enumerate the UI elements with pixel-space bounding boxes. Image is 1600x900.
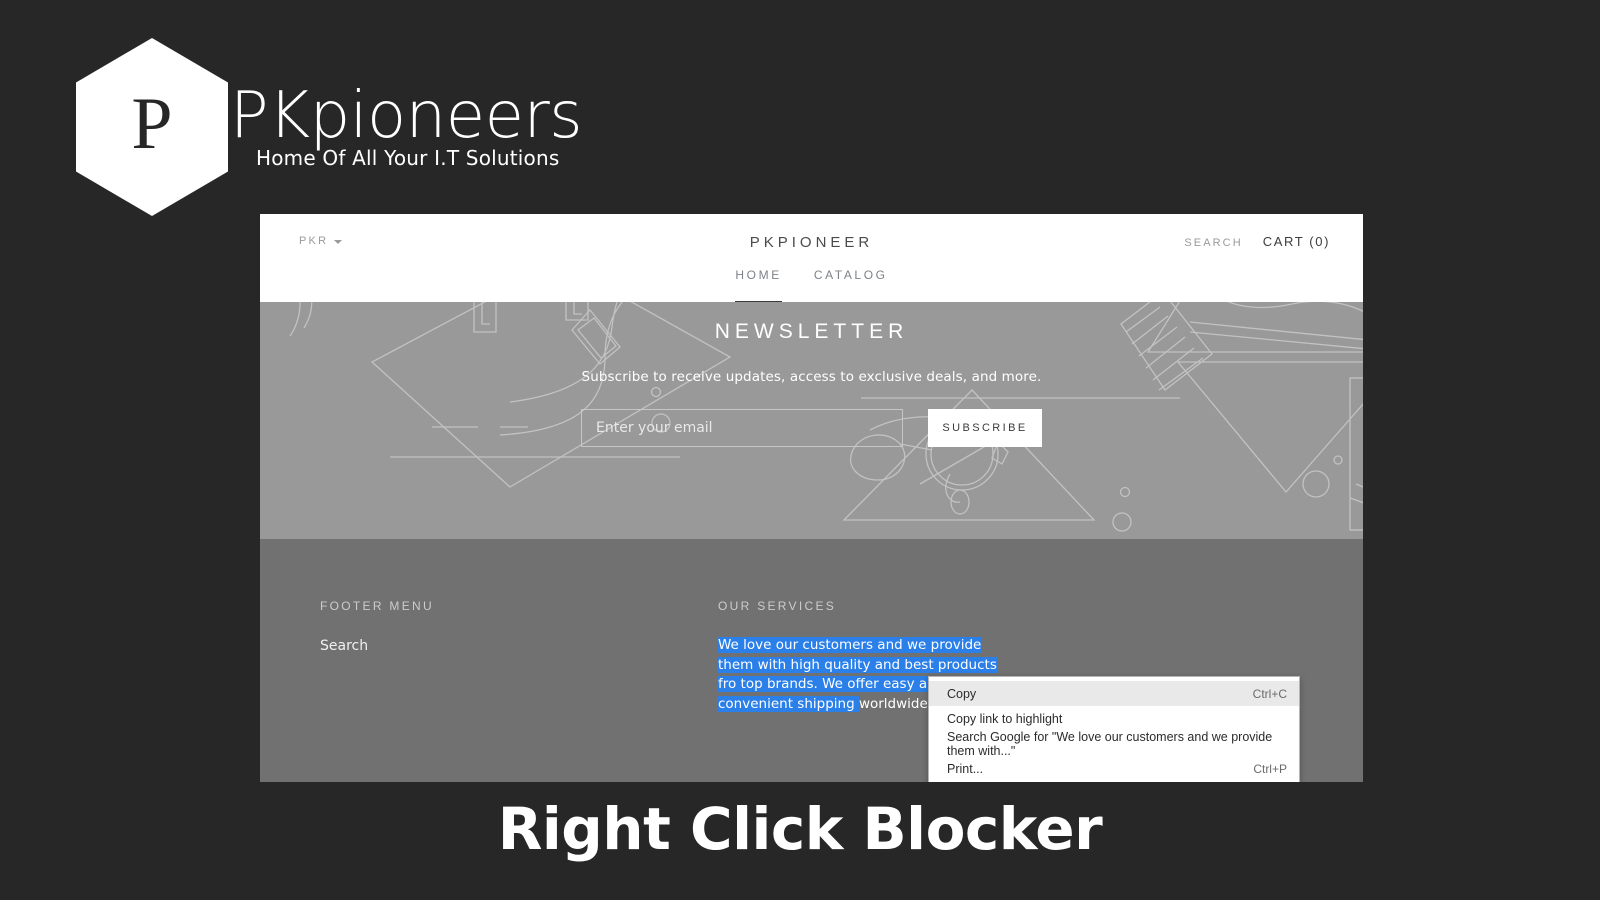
footer-menu-column: FOOTER MENU Search [320,599,718,782]
subscribe-button[interactable]: SUBSCRIBE [928,409,1042,447]
newsletter-section: NEWSLETTER Subscribe to receive updates,… [260,302,1363,539]
page-root: P PKpioneers Home Of All Your I.T Soluti… [0,0,1600,900]
newsletter-content: NEWSLETTER Subscribe to receive updates,… [260,302,1363,447]
context-menu-item-label: Search Google for "We love our customers… [947,729,1273,758]
context-menu-item-print[interactable]: Print... Ctrl+P [929,756,1299,781]
email-input[interactable] [581,409,903,447]
nav-item-home[interactable]: HOME [735,268,783,304]
newsletter-subtitle: Subscribe to receive updates, access to … [581,369,1042,385]
hexagon-logo-icon: P [76,38,228,216]
browser-viewport: PKR PKPIONEER SEARCH CART (0) HOME CATAL… [260,214,1363,782]
brand-name: PKpioneers [230,79,583,153]
newsletter-title: NEWSLETTER [714,320,909,343]
newsletter-form: SUBSCRIBE [260,409,1363,447]
site-nav: HOME CATALOG [260,268,1363,304]
footer-services-title: OUR SERVICES [718,599,837,613]
context-menu-item-label: Print... [947,761,984,776]
context-menu-item-copy-link-to-highlight[interactable]: Copy link to highlight [929,706,1299,731]
context-menu-item-copy[interactable]: Copy Ctrl+C [929,681,1299,706]
context-menu-item-accelerator: Ctrl+C [1252,686,1287,701]
footer-link-search[interactable]: Search [320,638,718,654]
unselected-text: worldwide. [858,695,933,712]
context-menu-item-label: Copy [947,686,977,701]
brand-tagline: Home Of All Your I.T Solutions [256,146,560,170]
footer-menu-title: FOOTER MENU [320,599,434,613]
brand-header: P PKpioneers Home Of All Your I.T Soluti… [76,38,776,218]
context-menu-item-label: Copy link to highlight [947,711,1063,726]
search-link[interactable]: SEARCH [1184,237,1242,249]
context-menu[interactable]: Copy Ctrl+C Copy link to highlight Searc… [928,676,1300,782]
page-caption: Right Click Blocker [497,795,1103,863]
context-menu-item-search-google[interactable]: Search Google for "We love our customers… [929,729,1299,758]
header-actions: SEARCH CART (0) [1184,234,1330,249]
nav-item-catalog[interactable]: CATALOG [814,268,888,304]
context-menu-item-accelerator: Ctrl+P [1253,761,1287,776]
logo-letter: P [131,83,173,165]
site-header: PKR PKPIONEER SEARCH CART (0) HOME CATAL… [260,214,1363,304]
cart-link[interactable]: CART (0) [1263,234,1330,249]
